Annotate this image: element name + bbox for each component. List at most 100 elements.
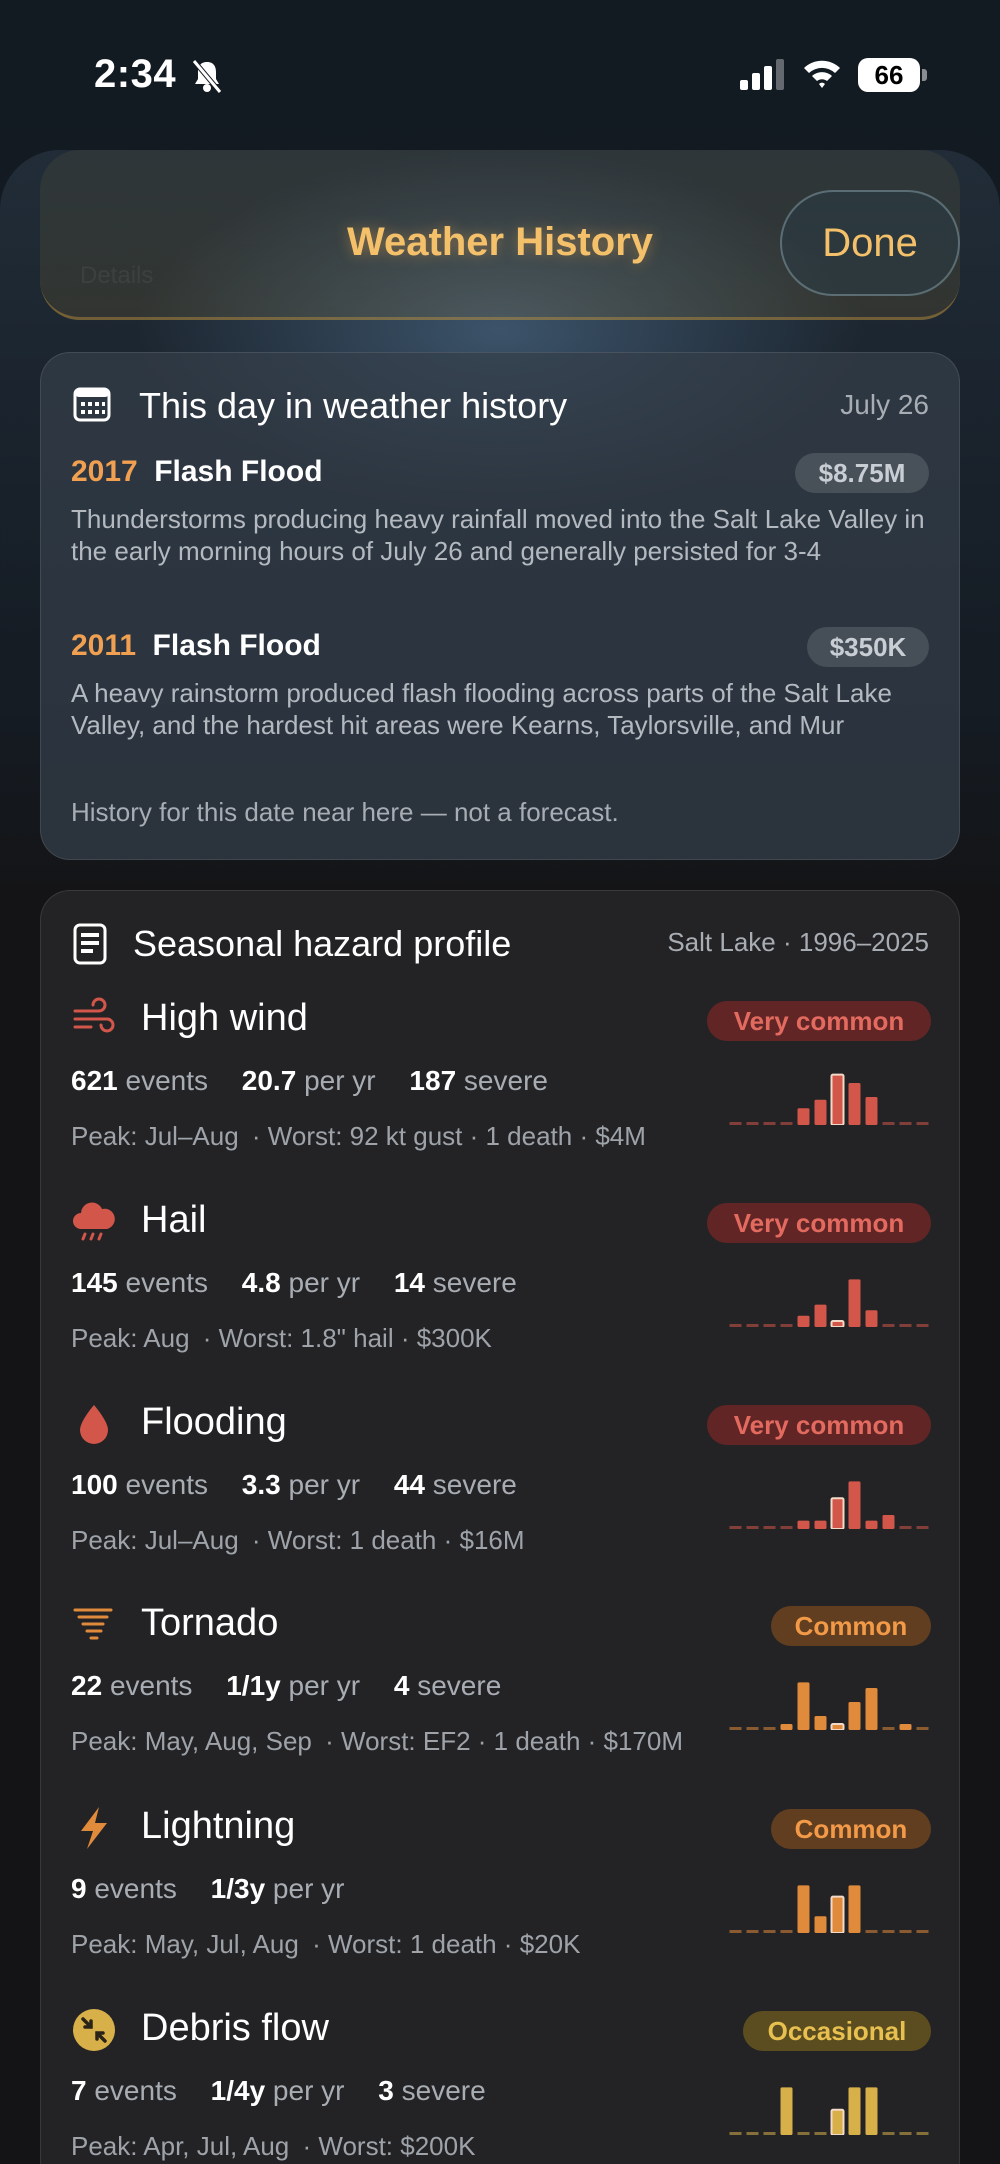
hazard-per-year-label: per yr bbox=[272, 2075, 345, 2106]
hazard-peak-line: Peak: May, Jul, Aug · Worst: 1 death · $… bbox=[71, 1929, 580, 1960]
hazard-frequency-badge: Common bbox=[771, 1809, 931, 1849]
month-bar bbox=[882, 2132, 895, 2135]
month-bar bbox=[916, 1930, 929, 1933]
hazard-peak: Peak: Aug bbox=[71, 1323, 190, 1353]
hazard-events-label: events bbox=[125, 1469, 209, 1500]
hazard-stats: 7 events 1/4y per yr 3 severe bbox=[71, 2075, 486, 2107]
hazard-event-count: 9 bbox=[71, 1873, 87, 1904]
hazard-row[interactable]: Debris flow Occasional 7 events 1/4y per… bbox=[41, 1991, 961, 2164]
event-cost-badge: $8.75M bbox=[795, 453, 929, 493]
done-button[interactable]: Done bbox=[780, 190, 960, 296]
hazard-peak: Peak: Jul–Aug bbox=[71, 1121, 239, 1151]
document-icon bbox=[73, 923, 107, 965]
hazard-worst: · Worst: 1.8" hail · $300K bbox=[202, 1323, 492, 1353]
hazard-events-label: events bbox=[109, 1670, 193, 1701]
month-bar bbox=[814, 1099, 827, 1125]
hazard-severe-count: 3 bbox=[378, 2075, 394, 2106]
hazard-events-label: events bbox=[94, 1873, 177, 1904]
hazard-frequency-badge: Occasional bbox=[743, 2011, 931, 2051]
month-bar bbox=[882, 1324, 895, 1327]
month-bar bbox=[729, 1122, 742, 1125]
hazard-row[interactable]: Flooding Very common 100 events 3.3 per … bbox=[41, 1385, 961, 1587]
tornado-icon bbox=[71, 1602, 117, 1648]
event-year: 2017 bbox=[71, 455, 138, 488]
month-bar bbox=[814, 1716, 827, 1730]
status-time: 2:34 bbox=[94, 52, 177, 96]
hazard-frequency-badge: Very common bbox=[707, 1405, 931, 1445]
hazard-per-year: 3.3 bbox=[241, 1469, 281, 1500]
event-description: A heavy rainstorm produced flash floodin… bbox=[71, 678, 892, 740]
month-bar bbox=[899, 1324, 912, 1327]
hazard-peak: Peak: Jul–Aug bbox=[71, 1525, 239, 1555]
wind-icon bbox=[71, 997, 117, 1043]
hazard-per-year-label: per yr bbox=[304, 1065, 376, 1096]
month-bar bbox=[830, 1320, 845, 1327]
month-bar bbox=[729, 1526, 742, 1529]
month-bar bbox=[746, 1324, 759, 1327]
month-bar bbox=[882, 1727, 895, 1730]
month-bar bbox=[916, 1324, 929, 1327]
month-bar bbox=[746, 1526, 759, 1529]
month-bar bbox=[729, 1727, 742, 1730]
month-bar bbox=[865, 2087, 878, 2135]
hazard-row[interactable]: Hail Very common 145 events 4.8 per yr 1… bbox=[41, 1183, 961, 1385]
bell-slash-icon bbox=[192, 59, 222, 94]
hazard-per-year: 1/3y bbox=[210, 1873, 266, 1904]
month-bar bbox=[780, 1324, 793, 1327]
month-bar bbox=[882, 1515, 895, 1529]
month-bar bbox=[865, 1310, 878, 1327]
hazard-peak-line: Peak: May, Aug, Sep · Worst: EF2 · 1 dea… bbox=[71, 1726, 683, 1757]
hazard-row[interactable]: High wind Very common 621 events 20.7 pe… bbox=[41, 981, 961, 1183]
month-bar bbox=[830, 1723, 845, 1730]
ghost-text: Details bbox=[80, 262, 154, 289]
cellular-signal-icon bbox=[740, 59, 784, 90]
hazard-name: Debris flow bbox=[141, 2007, 329, 2049]
hazard-peak: Peak: May, Aug, Sep bbox=[71, 1726, 312, 1756]
history-card: This day in weather history July 26 2017… bbox=[40, 352, 960, 860]
hazard-month-chart bbox=[729, 1279, 929, 1327]
month-bar bbox=[865, 1097, 878, 1125]
hazard-name: Tornado bbox=[141, 1602, 279, 1644]
bolt-icon bbox=[71, 1805, 117, 1851]
hazard-event-count: 621 bbox=[71, 1065, 118, 1096]
event-title: Flash Flood bbox=[152, 629, 321, 662]
hazard-event-count: 100 bbox=[71, 1469, 118, 1500]
hazard-frequency-badge: Very common bbox=[707, 1203, 931, 1243]
month-bar bbox=[814, 1916, 827, 1933]
hazard-severe-count: 44 bbox=[393, 1469, 426, 1500]
month-bar bbox=[729, 1324, 742, 1327]
month-bar bbox=[830, 2108, 845, 2135]
hazard-peak-line: Peak: Aug · Worst: 1.8" hail · $300K bbox=[71, 1323, 492, 1354]
event-description: Thunderstorms producing heavy rainfall m… bbox=[71, 504, 925, 566]
month-bar bbox=[916, 1122, 929, 1125]
hazard-severe-label: severe bbox=[401, 2075, 486, 2106]
month-bar bbox=[763, 1324, 776, 1327]
hazard-profile-card: Seasonal hazard profile Salt Lake · 1996… bbox=[40, 890, 960, 2164]
month-bar bbox=[797, 1315, 810, 1327]
hazard-events-label: events bbox=[125, 1267, 209, 1298]
month-bar bbox=[780, 1724, 793, 1730]
hazard-name: Lightning bbox=[141, 1805, 296, 1847]
hazard-worst: · Worst: 92 kt gust · 1 death · $4M bbox=[251, 1121, 646, 1151]
hazard-per-year: 4.8 bbox=[241, 1267, 281, 1298]
month-bar bbox=[780, 1122, 793, 1125]
hazard-per-year: 20.7 bbox=[241, 1065, 297, 1096]
hazard-month-chart bbox=[729, 1073, 929, 1125]
hazard-event-count: 7 bbox=[71, 2075, 87, 2106]
month-bar bbox=[746, 1727, 759, 1730]
month-bar bbox=[848, 1885, 861, 1933]
month-bar bbox=[729, 1930, 742, 1933]
history-event[interactable]: 2011 Flash Flood bbox=[71, 629, 321, 663]
hazard-severe-label: severe bbox=[417, 1670, 502, 1701]
month-bar bbox=[797, 1520, 810, 1529]
hazard-worst: · Worst: 1 death · $20K bbox=[312, 1929, 581, 1959]
month-bar bbox=[916, 1727, 929, 1730]
hazard-row[interactable]: Tornado Common 22 events 1/1y per yr 4 s… bbox=[41, 1586, 961, 1788]
hazard-stats: 100 events 3.3 per yr 44 severe bbox=[71, 1469, 517, 1501]
battery-level: 66 bbox=[858, 58, 920, 92]
hazard-per-year: 1/4y bbox=[210, 2075, 266, 2106]
history-event[interactable]: 2017 Flash Flood bbox=[71, 455, 323, 489]
hazard-severe-label: severe bbox=[432, 1267, 517, 1298]
hazard-per-year-label: per yr bbox=[288, 1469, 361, 1500]
hazard-row[interactable]: Lightning Common 9 events 1/3y per yr Pe… bbox=[41, 1789, 961, 1991]
